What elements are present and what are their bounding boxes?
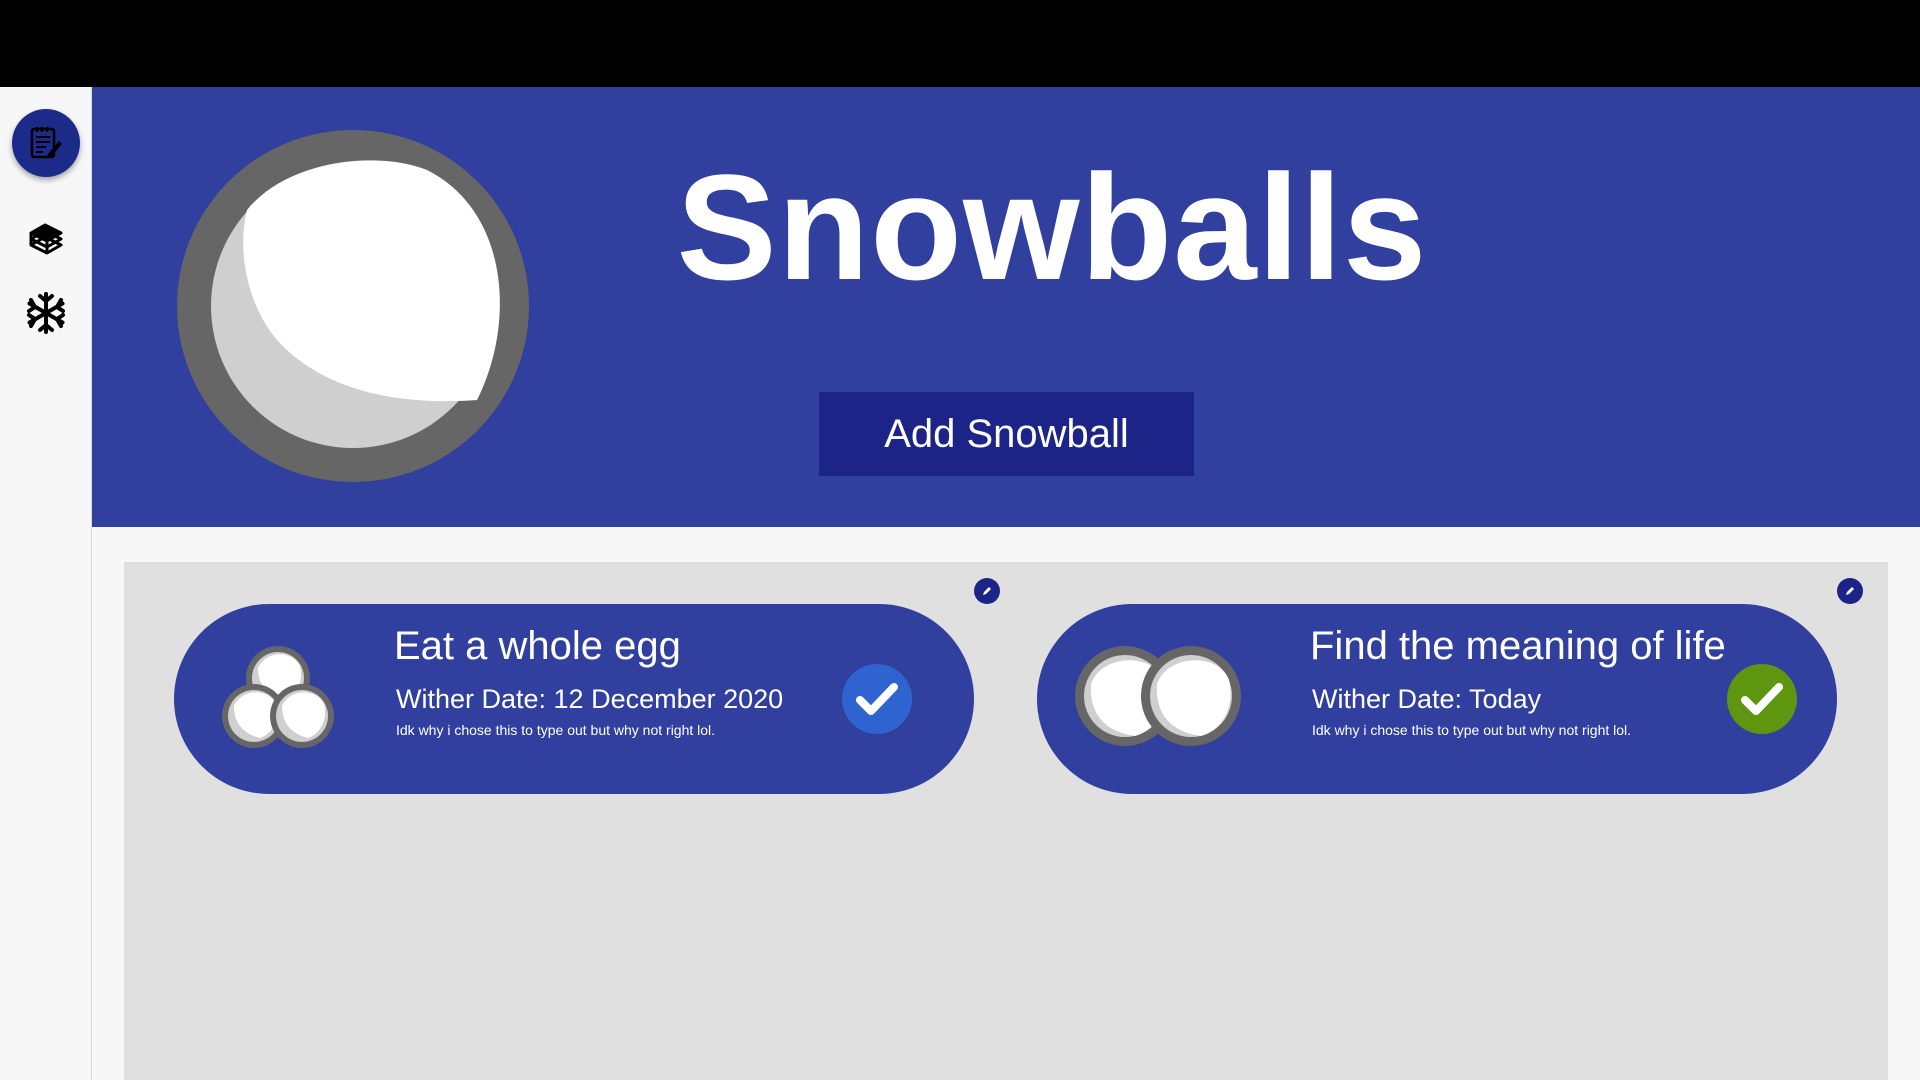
snowball-title: Find the meaning of life bbox=[1310, 624, 1726, 668]
snowball-card[interactable]: Find the meaning of life Wither Date: To… bbox=[1037, 604, 1837, 794]
complete-button[interactable] bbox=[1727, 664, 1797, 734]
snowball-logo-icon bbox=[177, 130, 529, 482]
top-bar bbox=[0, 0, 1920, 87]
pencil-icon bbox=[1846, 587, 1854, 595]
add-snowball-button[interactable]: Add Snowball bbox=[819, 392, 1194, 476]
wither-date: Wither Date: 12 December 2020 bbox=[396, 684, 784, 714]
snowball-card[interactable]: Eat a whole egg Wither Date: 12 December… bbox=[174, 604, 974, 794]
snowball-description: Idk why i chose this to type out but why… bbox=[1312, 722, 1632, 738]
wither-date: Wither Date: Today bbox=[1312, 684, 1542, 714]
hero-banner: Snowballs Add Snowball bbox=[92, 87, 1920, 527]
snowball-description: Idk why i chose this to type out but why… bbox=[396, 722, 716, 738]
page-title: Snowballs bbox=[676, 143, 1428, 311]
sidebar bbox=[0, 87, 92, 1080]
sidebar-item-snowballs[interactable] bbox=[12, 279, 80, 347]
books-icon bbox=[29, 223, 63, 255]
sidebar-item-books[interactable] bbox=[12, 204, 80, 272]
sidebar-item-notes[interactable] bbox=[12, 109, 80, 177]
edit-snowball-button[interactable] bbox=[974, 578, 1000, 604]
snowball-list: Eat a whole egg Wither Date: 12 December… bbox=[124, 562, 1888, 1080]
edit-snowball-button[interactable] bbox=[1837, 578, 1863, 604]
snowball-title: Eat a whole egg bbox=[394, 624, 681, 668]
checkmark-icon bbox=[856, 683, 898, 715]
pencil-icon bbox=[983, 587, 991, 595]
snowflake-icon bbox=[27, 292, 65, 334]
checkmark-icon bbox=[1741, 683, 1783, 715]
notepad-edit-icon bbox=[30, 127, 62, 159]
complete-button[interactable] bbox=[842, 664, 912, 734]
two-snowballs-icon bbox=[1075, 646, 1241, 746]
three-snowballs-icon bbox=[222, 646, 334, 748]
